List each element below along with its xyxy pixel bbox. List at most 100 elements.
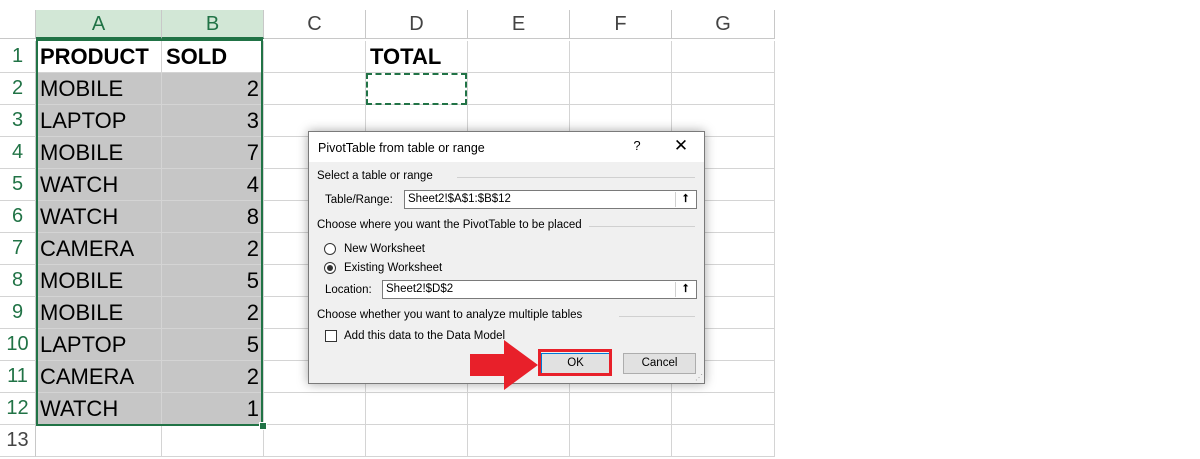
sheet-row: 12 WATCH 1 — [0, 393, 775, 425]
cell-a13[interactable] — [36, 425, 162, 457]
row-header[interactable]: 13 — [0, 425, 36, 457]
cell-a1[interactable]: PRODUCT — [36, 41, 162, 73]
cell-c1[interactable] — [264, 41, 366, 73]
location-field[interactable]: Sheet2!$D$2 ⭡ — [382, 280, 697, 299]
cell-b10[interactable]: 5 — [162, 329, 264, 361]
help-icon[interactable]: ? — [629, 138, 645, 153]
sheet-row: 2 MOBILE 2 — [0, 73, 775, 105]
cell-e1[interactable] — [468, 41, 570, 73]
cell-b11[interactable]: 2 — [162, 361, 264, 393]
cell-b9[interactable]: 2 — [162, 297, 264, 329]
cell-a10[interactable]: LAPTOP — [36, 329, 162, 361]
cell-d1[interactable]: TOTAL — [366, 41, 468, 73]
cell-a9[interactable]: MOBILE — [36, 297, 162, 329]
row-header[interactable]: 3 — [0, 105, 36, 137]
cell-a7[interactable]: CAMERA — [36, 233, 162, 265]
row-header[interactable]: 1 — [0, 41, 36, 73]
cell-f13[interactable] — [570, 425, 672, 457]
cell-a5[interactable]: WATCH — [36, 169, 162, 201]
dialog-titlebar[interactable]: PivotTable from table or range ? ✕ — [309, 132, 704, 162]
cell-e2[interactable] — [468, 73, 570, 105]
divider — [589, 226, 695, 227]
cell-b7[interactable]: 2 — [162, 233, 264, 265]
cell-g12[interactable] — [672, 393, 775, 425]
cell-b3[interactable]: 3 — [162, 105, 264, 137]
column-header-row: A B C D E F G — [0, 10, 775, 39]
column-header-a[interactable]: A — [36, 10, 162, 39]
close-icon[interactable]: ✕ — [671, 136, 691, 156]
cell-a3[interactable]: LAPTOP — [36, 105, 162, 137]
divider — [619, 316, 695, 317]
ok-button[interactable]: OK — [541, 353, 610, 374]
cell-b6[interactable]: 8 — [162, 201, 264, 233]
table-range-field[interactable]: Sheet2!$A$1:$B$12 ⭡ — [404, 190, 697, 209]
cell-f2[interactable] — [570, 73, 672, 105]
cell-b13[interactable] — [162, 425, 264, 457]
cell-b8[interactable]: 5 — [162, 265, 264, 297]
section-placement: Choose where you want the PivotTable to … — [317, 219, 582, 231]
column-header-b[interactable]: B — [162, 10, 264, 39]
cell-g2[interactable] — [672, 73, 775, 105]
collapse-dialog-icon[interactable]: ⭡ — [675, 282, 695, 297]
location-value: Sheet2!$D$2 — [386, 283, 454, 295]
cell-b4[interactable]: 7 — [162, 137, 264, 169]
new-worksheet-label[interactable]: New Worksheet — [344, 243, 425, 255]
row-header[interactable]: 4 — [0, 137, 36, 169]
collapse-dialog-icon[interactable]: ⭡ — [675, 192, 695, 207]
cell-a11[interactable]: CAMERA — [36, 361, 162, 393]
existing-worksheet-radio[interactable] — [324, 262, 336, 274]
cell-a6[interactable]: WATCH — [36, 201, 162, 233]
cell-a4[interactable]: MOBILE — [36, 137, 162, 169]
cell-d12[interactable] — [366, 393, 468, 425]
data-model-checkbox[interactable] — [325, 330, 337, 342]
sheet-row: 1 PRODUCT SOLD TOTAL — [0, 41, 775, 73]
row-header[interactable]: 12 — [0, 393, 36, 425]
table-range-label: Table/Range: — [325, 194, 393, 206]
cell-g1[interactable] — [672, 41, 775, 73]
row-header[interactable]: 5 — [0, 169, 36, 201]
table-range-value: Sheet2!$A$1:$B$12 — [408, 193, 511, 205]
existing-worksheet-label[interactable]: Existing Worksheet — [344, 262, 442, 274]
radio-selected-dot — [327, 265, 333, 271]
cell-b12[interactable]: 1 — [162, 393, 264, 425]
cancel-button[interactable]: Cancel — [623, 353, 696, 374]
section-multiple-tables: Choose whether you want to analyze multi… — [317, 309, 583, 321]
new-worksheet-radio[interactable] — [324, 243, 336, 255]
column-header-g[interactable]: G — [672, 10, 775, 39]
cell-b2[interactable]: 2 — [162, 73, 264, 105]
cell-d2[interactable] — [366, 73, 468, 105]
resize-grip-icon[interactable]: ⋰ — [695, 373, 703, 382]
divider — [457, 177, 695, 178]
arrow-shape — [470, 340, 538, 390]
row-header[interactable]: 11 — [0, 361, 36, 393]
cell-d13[interactable] — [366, 425, 468, 457]
section-select-table: Select a table or range — [317, 170, 433, 182]
cell-f12[interactable] — [570, 393, 672, 425]
column-header-e[interactable]: E — [468, 10, 570, 39]
column-header-c[interactable]: C — [264, 10, 366, 39]
column-header-f[interactable]: F — [570, 10, 672, 39]
fill-handle[interactable] — [259, 422, 267, 430]
location-label: Location: — [325, 284, 372, 296]
cell-b1[interactable]: SOLD — [162, 41, 264, 73]
row-header[interactable]: 10 — [0, 329, 36, 361]
cell-f1[interactable] — [570, 41, 672, 73]
cell-c2[interactable] — [264, 73, 366, 105]
column-header-d[interactable]: D — [366, 10, 468, 39]
cell-c13[interactable] — [264, 425, 366, 457]
row-header[interactable]: 6 — [0, 201, 36, 233]
row-header[interactable]: 7 — [0, 233, 36, 265]
cell-b5[interactable]: 4 — [162, 169, 264, 201]
red-arrow-icon — [470, 340, 538, 390]
sheet-row: 13 — [0, 425, 775, 457]
cell-a12[interactable]: WATCH — [36, 393, 162, 425]
cell-e12[interactable] — [468, 393, 570, 425]
cell-a8[interactable]: MOBILE — [36, 265, 162, 297]
cell-c12[interactable] — [264, 393, 366, 425]
row-header[interactable]: 9 — [0, 297, 36, 329]
row-header[interactable]: 8 — [0, 265, 36, 297]
cell-a2[interactable]: MOBILE — [36, 73, 162, 105]
row-header[interactable]: 2 — [0, 73, 36, 105]
cell-g13[interactable] — [672, 425, 775, 457]
cell-e13[interactable] — [468, 425, 570, 457]
